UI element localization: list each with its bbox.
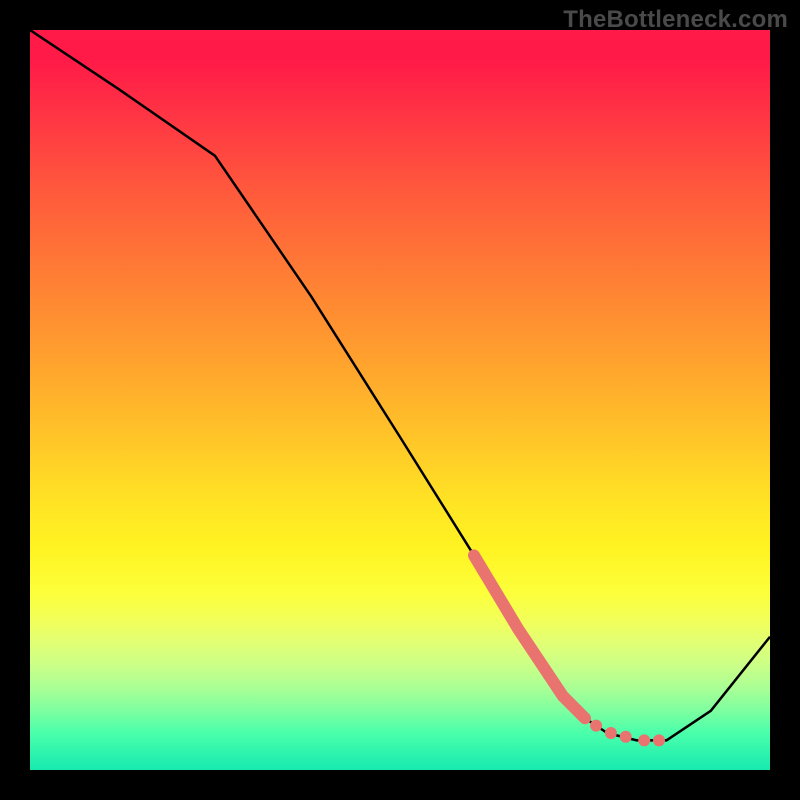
plot-area: [30, 30, 770, 770]
highlight-dot: [638, 734, 650, 746]
chart-frame: TheBottleneck.com: [0, 0, 800, 800]
highlight-dots: [590, 720, 665, 747]
highlight-dot: [620, 731, 632, 743]
highlight-segment: [474, 555, 585, 718]
highlight-dot: [653, 734, 665, 746]
bottleneck-curve: [30, 30, 770, 740]
chart-overlay: [30, 30, 770, 770]
highlight-dot: [605, 727, 617, 739]
highlight-dot: [590, 720, 602, 732]
watermark-text: TheBottleneck.com: [563, 6, 788, 34]
